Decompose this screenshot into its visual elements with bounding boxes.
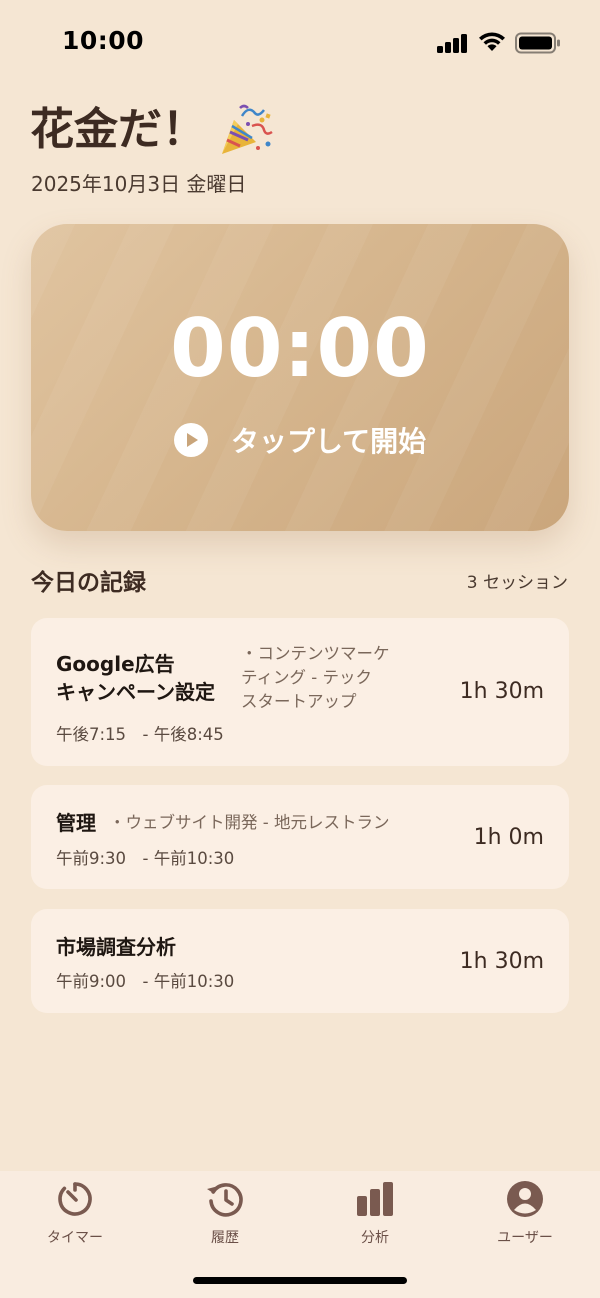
greeting-text: 花金だ！	[30, 104, 206, 155]
record-project-line: ティング - テック	[241, 668, 372, 687]
party-popper-icon	[222, 104, 273, 154]
timer-display: 00:00	[170, 302, 430, 395]
session-count: 3 セッション	[466, 573, 568, 593]
record-time-range: 午前9:00 - 午前10:30	[56, 972, 235, 991]
timer-icon	[58, 1182, 92, 1216]
tab-label: ユーザー	[497, 1230, 553, 1246]
tab-user[interactable]: ユーザー	[465, 1179, 585, 1259]
record-duration: 1h 0m	[473, 825, 544, 850]
home-indicator[interactable]	[193, 1277, 407, 1284]
record-project-line: ・コンテンツマーケ	[241, 644, 390, 663]
page-title: 花金だ！	[30, 100, 274, 160]
cellular-signal-icon	[437, 33, 469, 53]
user-icon	[507, 1181, 543, 1217]
record-card[interactable]: 市場調査分析 午前9:00 - 午前10:30 1h 30m	[31, 909, 569, 1013]
play-icon	[174, 423, 208, 457]
record-title-line: キャンペーン設定	[56, 680, 215, 704]
screen: 10:00 花金だ！ 2025年10月3日 金曜日 00:00 タップして開始 …	[0, 0, 600, 1298]
record-time-range: 午後7:15 - 午後8:45	[56, 725, 224, 744]
wifi-icon	[479, 32, 505, 51]
bar-chart-icon	[357, 1182, 393, 1216]
record-duration: 1h 30m	[459, 679, 544, 704]
timer-card[interactable]: 00:00 タップして開始	[31, 224, 569, 531]
tab-history[interactable]: 履歴	[165, 1179, 285, 1259]
record-project: ・コンテンツマーケ ティング - テック スタートアップ	[241, 642, 390, 714]
tab-label: タイマー	[47, 1230, 103, 1246]
record-card[interactable]: 管理 ・ウェブサイト開発 - 地元レストラン 午前9:30 - 午前10:30 …	[31, 785, 569, 889]
record-duration: 1h 30m	[459, 949, 544, 974]
record-card[interactable]: Google広告 キャンペーン設定 ・コンテンツマーケ ティング - テック ス…	[31, 618, 569, 766]
battery-icon	[515, 32, 560, 54]
record-project-line: スタートアップ	[241, 692, 357, 711]
tab-label: 履歴	[211, 1230, 239, 1246]
record-title: 市場調査分析	[56, 935, 176, 959]
date-label: 2025年10月3日 金曜日	[31, 172, 247, 196]
start-timer-label: タップして開始	[231, 425, 427, 458]
record-title: 管理	[56, 811, 96, 835]
status-bar: 10:00	[0, 0, 600, 84]
record-title: Google広告 キャンペーン設定	[56, 650, 215, 706]
record-time-range: 午前9:30 - 午前10:30	[56, 849, 235, 868]
status-time: 10:00	[62, 26, 145, 55]
record-title-line: Google広告	[56, 652, 175, 676]
start-timer-button[interactable]: タップして開始	[173, 420, 426, 460]
tab-timer[interactable]: タイマー	[15, 1179, 135, 1259]
tab-analytics[interactable]: 分析	[315, 1179, 435, 1259]
record-project: ・ウェブサイト開発 - 地元レストラン	[109, 813, 390, 832]
section-title-today: 今日の記録	[31, 570, 146, 596]
tab-label: 分析	[361, 1230, 389, 1246]
history-icon	[207, 1183, 243, 1217]
